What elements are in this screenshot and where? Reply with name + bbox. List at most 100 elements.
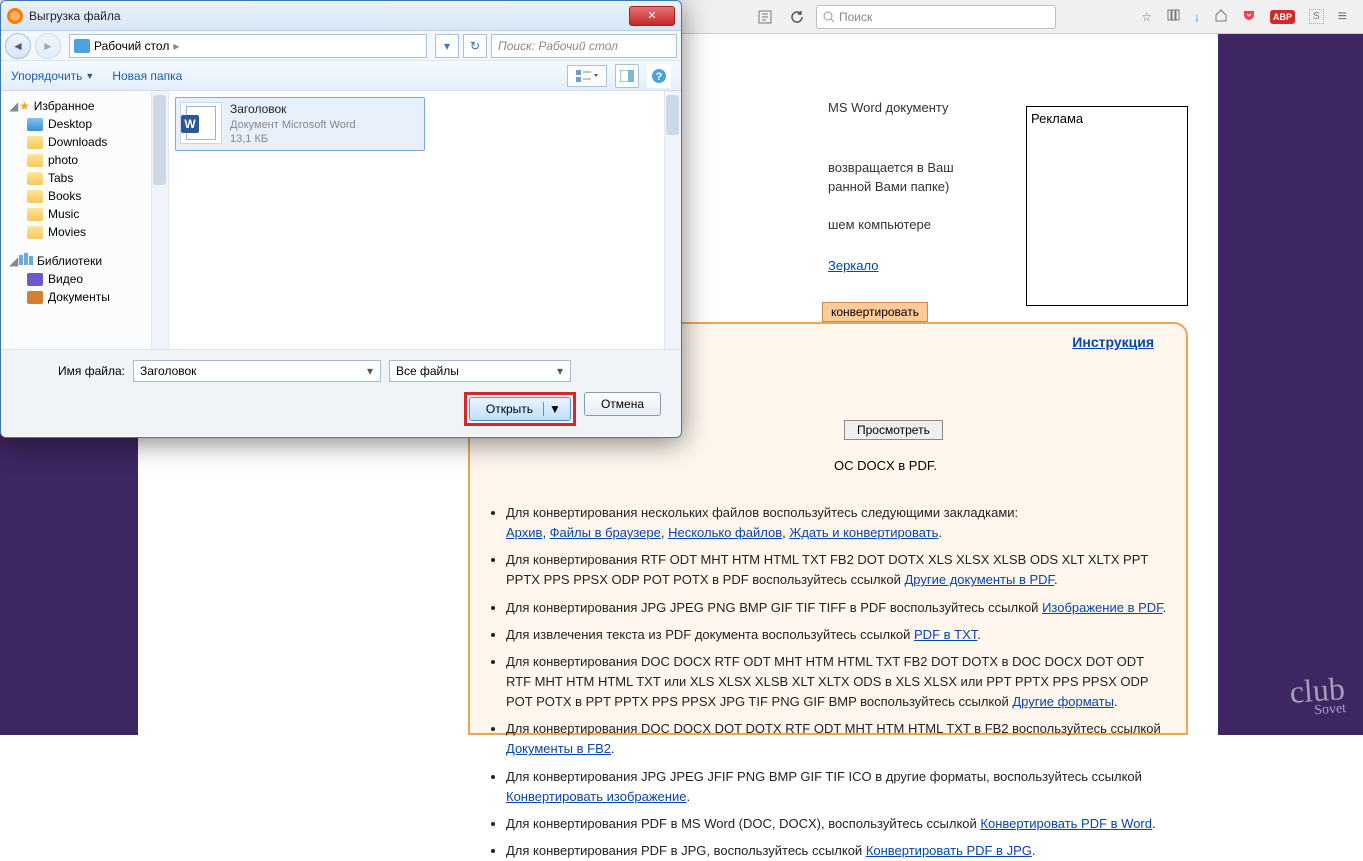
favorites-header[interactable]: ◢★Избранное	[1, 97, 168, 115]
sidebar-item-photo[interactable]: photo	[1, 151, 168, 169]
folder-icon	[27, 208, 43, 221]
home-icon[interactable]	[1214, 8, 1228, 25]
file-type: Документ Microsoft Word	[230, 118, 356, 132]
browse-button[interactable]: Просмотреть	[844, 420, 943, 440]
library-icon	[27, 273, 43, 286]
dialog-toolbar: Упорядочить ▼ Новая папка ?	[1, 61, 681, 91]
refresh-button[interactable]: ↻	[463, 34, 487, 58]
dialog-search-placeholder: Поиск: Рабочий стол	[498, 39, 618, 53]
bullet-item: Для конвертирования нескольких файлов во…	[506, 503, 1172, 543]
file-thumbnail	[180, 102, 222, 144]
bullet-item: Для конвертирования DOC DOCX DOT DOTX RT…	[506, 719, 1172, 759]
link[interactable]: Архив	[506, 525, 542, 540]
chevron-down-icon[interactable]: ▾	[552, 363, 568, 379]
open-button-highlight: Открыть▼	[464, 392, 576, 426]
link[interactable]: PDF в TXT	[914, 627, 977, 642]
firefox-icon	[7, 8, 23, 24]
link[interactable]: Конвертировать изображение	[506, 789, 686, 804]
word-icon	[186, 106, 216, 140]
downloads-icon[interactable]: ↓	[1194, 10, 1200, 24]
sidebar-scrollbar[interactable]	[151, 91, 168, 349]
chevron-down-icon[interactable]: ▾	[362, 363, 378, 379]
dialog-nav: ◄ ► Рабочий стол ▸ ▾ ↻ Поиск: Рабочий ст…	[1, 31, 681, 61]
file-item[interactable]: Заголовок Документ Microsoft Word 13,1 К…	[175, 97, 425, 151]
cancel-button[interactable]: Отмена	[584, 392, 661, 416]
sidebar-item-lib-1[interactable]: Документы	[1, 288, 168, 306]
link[interactable]: Конвертировать PDF в Word	[980, 816, 1152, 831]
close-button[interactable]: ✕	[629, 6, 675, 26]
file-list-area[interactable]: Заголовок Документ Microsoft Word 13,1 К…	[169, 91, 681, 349]
pocket-icon[interactable]	[1242, 8, 1256, 25]
ad-box: Реклама	[1026, 106, 1188, 306]
dialog-search-input[interactable]: Поиск: Рабочий стол	[491, 34, 677, 58]
sidebar-item-lib-0[interactable]: Видео	[1, 270, 168, 288]
sidebar-item-tabs[interactable]: Tabs	[1, 169, 168, 187]
nav-back-button[interactable]: ◄	[5, 33, 31, 59]
filename-input[interactable]: Заголовок▾	[133, 360, 381, 382]
link[interactable]: Другие документы в PDF	[904, 572, 1054, 587]
new-folder-button[interactable]: Новая папка	[112, 69, 182, 83]
file-type-filter[interactable]: Все файлы▾	[389, 360, 571, 382]
extension-icon[interactable]: S	[1309, 9, 1324, 24]
mirror-link[interactable]: Зеркало	[828, 258, 878, 273]
instruction-link[interactable]: Инструкция	[1072, 334, 1154, 350]
bullet-item: Для конвертирования DOC DOCX RTF ODT MHT…	[506, 652, 1172, 712]
help-button[interactable]: ?	[647, 64, 671, 88]
browser-search-input[interactable]: Поиск	[816, 5, 1056, 29]
open-button[interactable]: Открыть▼	[469, 397, 571, 421]
sidebar-item-downloads[interactable]: Downloads	[1, 133, 168, 151]
library-icon	[27, 291, 43, 304]
sidebar-item-desktop[interactable]: Desktop	[1, 115, 168, 133]
link[interactable]: Конвертировать PDF в JPG	[866, 843, 1032, 858]
bullet-item: Для извлечения текста из PDF документа в…	[506, 625, 1172, 645]
view-mode-button[interactable]	[567, 65, 607, 87]
mirror-link-row: Зеркало	[828, 258, 878, 273]
link[interactable]: Файлы в браузере	[550, 525, 661, 540]
file-size: 13,1 КБ	[230, 132, 356, 146]
bullet-item: Для конвертирования PDF в MS Word (DOC, …	[506, 814, 1172, 834]
bullet-list: Для конвертирования нескольких файлов во…	[484, 503, 1172, 861]
organize-menu[interactable]: Упорядочить ▼	[11, 69, 94, 83]
open-split-dropdown[interactable]: ▼	[543, 402, 566, 416]
dialog-titlebar[interactable]: Выгрузка файла ✕	[1, 1, 681, 31]
file-name: Заголовок	[230, 102, 356, 118]
ad-label: Реклама	[1031, 111, 1083, 126]
search-placeholder: Поиск	[839, 10, 872, 24]
sidebar-item-movies[interactable]: Movies	[1, 223, 168, 241]
page-snippet: MS Word документу возвращается в Ваш ран…	[828, 98, 954, 234]
tree-item-label: Desktop	[48, 117, 92, 131]
bullet-item: Для конвертирования JPG JPEG PNG BMP GIF…	[506, 598, 1172, 618]
tree-item-label: Movies	[48, 225, 86, 239]
reload-icon[interactable]	[784, 4, 810, 30]
nav-forward-button[interactable]: ►	[35, 33, 61, 59]
library-icon[interactable]	[1166, 8, 1180, 25]
link[interactable]: Документы в FB2	[506, 741, 611, 756]
libraries-header[interactable]: ◢Библиотеки	[1, 251, 168, 270]
chevron-right-icon[interactable]: ▸	[173, 39, 179, 53]
dialog-body: ◢★Избранное Desktop Downloads photo TabsBoo…	[1, 91, 681, 349]
sidebar-item-music[interactable]: Music	[1, 205, 168, 223]
filearea-scrollbar[interactable]	[664, 91, 681, 349]
folder-icon	[27, 226, 43, 239]
folder-icon	[27, 118, 43, 131]
dialog-sidebar: ◢★Избранное Desktop Downloads photo TabsBoo…	[1, 91, 169, 349]
breadcrumb-label: Рабочий стол	[94, 39, 169, 53]
bookmark-star-icon[interactable]: ☆	[1141, 10, 1152, 24]
bullet-item: Для конвертирования PDF в JPG, воспользу…	[506, 841, 1172, 861]
tree-item-label: photo	[48, 153, 78, 167]
convert-button[interactable]: конвертировать	[822, 302, 928, 322]
filename-label: Имя файла:	[15, 364, 125, 378]
adblock-icon[interactable]: ABP	[1270, 10, 1295, 24]
dialog-footer: Имя файла: Заголовок▾ Все файлы▾ Открыть…	[1, 349, 681, 436]
link[interactable]: Изображение в PDF	[1042, 600, 1163, 615]
menu-icon[interactable]: ≡	[1338, 8, 1347, 26]
preview-pane-button[interactable]	[615, 64, 639, 88]
history-dropdown[interactable]: ▾	[435, 34, 459, 58]
link[interactable]: Другие форматы	[1012, 694, 1114, 709]
breadcrumb[interactable]: Рабочий стол ▸	[69, 34, 427, 58]
link[interactable]: Ждать и конвертировать	[789, 525, 938, 540]
reader-mode-icon[interactable]	[752, 4, 778, 30]
sidebar-item-books[interactable]: Books	[1, 187, 168, 205]
link[interactable]: Несколько файлов	[668, 525, 782, 540]
dialog-title: Выгрузка файла	[29, 9, 121, 23]
